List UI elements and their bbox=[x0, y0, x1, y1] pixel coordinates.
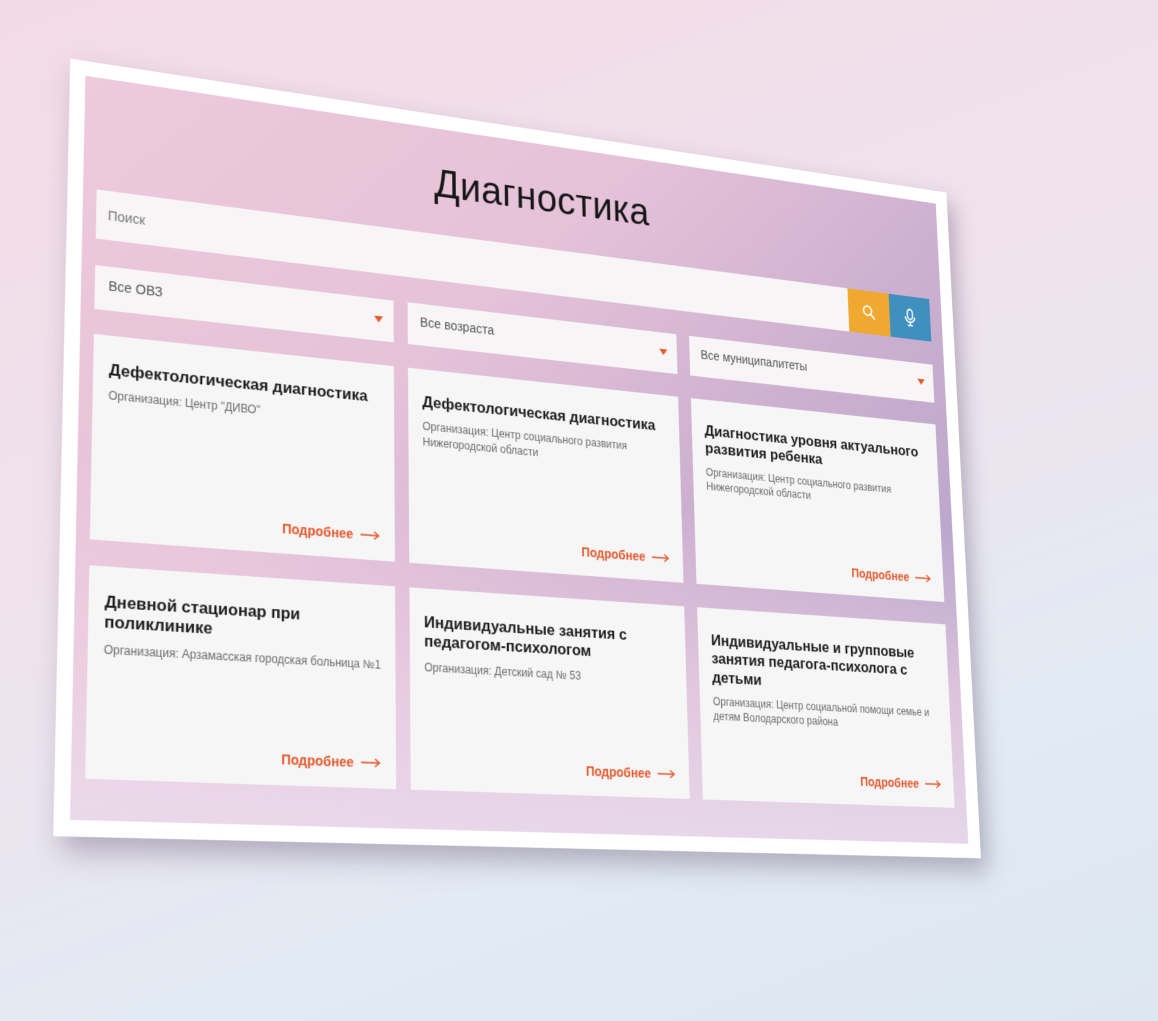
card-organization: Организация: Центр социальной помощи сем… bbox=[712, 695, 930, 729]
microphone-icon bbox=[902, 307, 917, 329]
filter-municipality-select[interactable]: Все муниципалитеты bbox=[689, 335, 935, 403]
chevron-down-icon bbox=[659, 348, 668, 356]
chevron-down-icon bbox=[374, 315, 384, 323]
details-link-label: Подробнее bbox=[851, 565, 910, 584]
details-link-label: Подробнее bbox=[281, 751, 354, 770]
scene: Диагностика Поиск Все ОВЗ Все возраста В… bbox=[0, 0, 1158, 1021]
chevron-down-icon bbox=[917, 378, 925, 386]
service-card[interactable]: Дневной стационар при поликлинике Органи… bbox=[85, 565, 397, 790]
service-card[interactable]: Дефектологическая диагностика Организаци… bbox=[89, 333, 395, 562]
details-link-label: Подробнее bbox=[282, 520, 354, 542]
filter-ovz-select[interactable]: Все ОВЗ bbox=[94, 265, 394, 343]
details-link[interactable]: Подробнее bbox=[586, 763, 676, 781]
search-icon bbox=[861, 303, 876, 321]
arrow-right-icon bbox=[361, 757, 381, 768]
details-link[interactable]: Подробнее bbox=[281, 751, 381, 771]
filter-age-select[interactable]: Все возраста bbox=[407, 302, 678, 375]
details-link-label: Подробнее bbox=[581, 544, 646, 564]
details-link[interactable]: Подробнее bbox=[581, 544, 670, 565]
card-title: Дневной стационар при поликлинике bbox=[104, 592, 301, 639]
details-link-label: Подробнее bbox=[585, 763, 652, 781]
arrow-right-icon bbox=[652, 553, 670, 563]
details-link[interactable]: Подробнее bbox=[282, 521, 380, 544]
arrow-right-icon bbox=[925, 779, 942, 788]
card-title: Индивидуальные занятия с педагогом-психо… bbox=[423, 612, 628, 661]
service-card[interactable]: Индивидуальные и групповые занятия педаг… bbox=[697, 607, 955, 808]
service-card[interactable]: Дефектологическая диагностика Организаци… bbox=[407, 367, 684, 583]
filter-ovz-label: Все ОВЗ bbox=[108, 278, 163, 300]
search-button[interactable] bbox=[847, 288, 891, 337]
service-card[interactable]: Индивидуальные занятия с педагогом-психо… bbox=[409, 587, 690, 800]
arrow-right-icon bbox=[915, 573, 932, 583]
details-link-label: Подробнее bbox=[859, 774, 920, 791]
filter-age-label: Все возраста bbox=[419, 314, 495, 338]
app-screen: Диагностика Поиск Все ОВЗ Все возраста В… bbox=[70, 75, 969, 844]
details-link[interactable]: Подробнее bbox=[860, 774, 942, 791]
details-link[interactable]: Подробнее bbox=[851, 566, 932, 586]
filter-municipality-label: Все муниципалитеты bbox=[700, 347, 808, 374]
arrow-right-icon bbox=[657, 769, 675, 779]
service-cards-grid: Дефектологическая диагностика Организаци… bbox=[85, 333, 955, 808]
arrow-right-icon bbox=[360, 530, 380, 541]
service-card[interactable]: Диагностика уровня актуального развития … bbox=[690, 398, 945, 603]
card-title: Индивидуальные и групповые занятия педаг… bbox=[710, 631, 915, 689]
screen-frame: Диагностика Поиск Все ОВЗ Все возраста В… bbox=[53, 58, 981, 859]
voice-search-button[interactable] bbox=[888, 293, 932, 342]
